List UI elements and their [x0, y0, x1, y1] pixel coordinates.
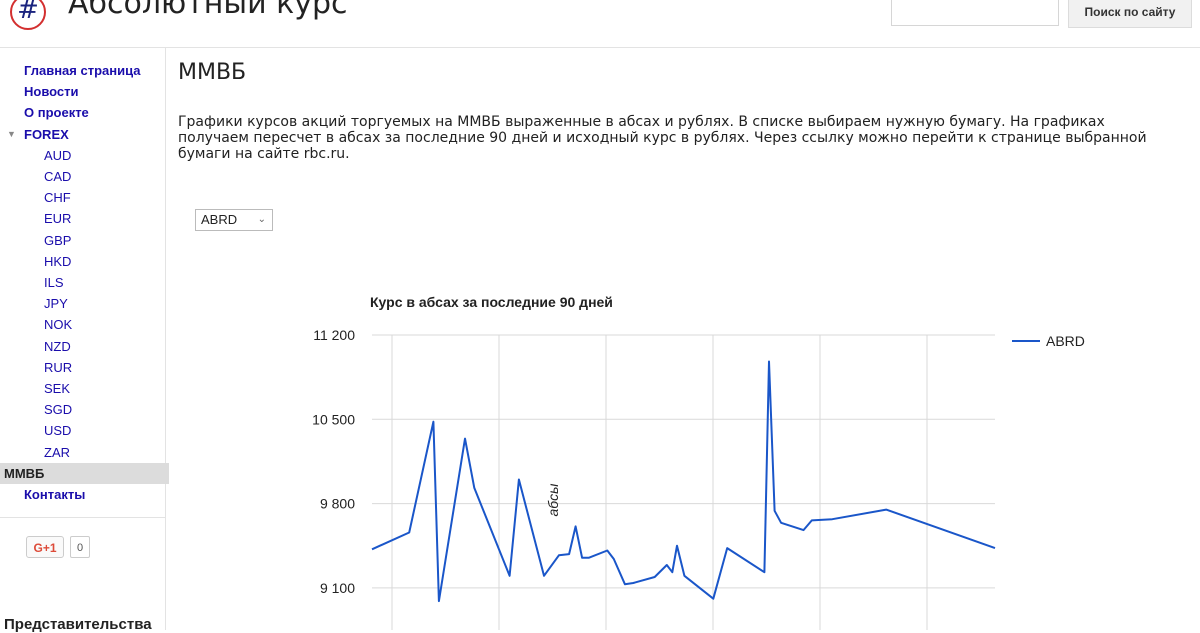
y-tick-label: 11 200	[313, 327, 355, 343]
logo-glyph: #	[17, 0, 39, 25]
search-input[interactable]	[891, 0, 1059, 26]
sidebar-item-label: NZD	[44, 338, 71, 354]
sidebar-item-label: FOREX	[24, 126, 69, 142]
representations-heading: Представительства	[4, 616, 152, 633]
sidebar-item-label: GBP	[44, 232, 72, 248]
site-title[interactable]: Абсолютный курс	[68, 0, 348, 21]
site-header: # Абсолютный курс Поиск по сайту	[0, 0, 1200, 48]
abs-rate-chart: Курс в абсах за последние 90 дней 9 1009…	[312, 294, 1085, 630]
sidebar-item[interactable]: GBP	[0, 230, 165, 251]
sidebar-item-label: AUD	[44, 147, 72, 163]
chevron-down-icon: ⌄	[257, 214, 266, 225]
chart-series	[371, 360, 996, 603]
sidebar-item[interactable]: JPY	[0, 293, 165, 314]
sidebar-item[interactable]: ▼ FOREX	[0, 124, 165, 145]
legend-label: ABRD	[1046, 333, 1085, 349]
sidebar-item-label: ZAR	[44, 444, 70, 460]
security-select[interactable]: ABRD ⌄	[195, 209, 273, 231]
sidebar-item[interactable]: EUR	[0, 208, 165, 229]
sidebar-item-label: HKD	[44, 253, 72, 269]
series-line-abrd	[371, 360, 996, 603]
sidebar-item-label: CAD	[44, 169, 72, 184]
sidebar-item-label: USD	[44, 423, 72, 439]
page-description: Графики курсов акций торгуемых на ММВБ в…	[178, 114, 1147, 162]
chart-legend: ABRD	[1012, 333, 1085, 349]
sidebar-item[interactable]: Контакты	[0, 484, 165, 505]
sidebar-item[interactable]: CAD	[0, 166, 165, 187]
sidebar-item-label: Главная страница	[24, 63, 141, 78]
sidebar-item[interactable]: ММВБ	[0, 462, 169, 484]
gplus-count: 0	[70, 536, 90, 558]
security-select-value: ABRD	[201, 212, 238, 227]
gplus-button[interactable]: G+1	[26, 536, 64, 558]
sidebar-item-label: JPY	[44, 296, 68, 312]
y-tick-label: 9 100	[320, 580, 355, 596]
sidebar-item-label: Контакты	[24, 487, 86, 502]
sidebar-item-label: ММВБ	[4, 465, 45, 481]
gplus-widget: G+1 0	[26, 536, 90, 558]
sidebar-item[interactable]: Новости	[0, 81, 165, 102]
page-title: ММВБ	[178, 60, 247, 85]
sidebar-item-label: EUR	[44, 211, 72, 227]
sidebar-item[interactable]: Главная страница	[0, 60, 165, 81]
sidebar-divider	[0, 517, 165, 518]
sidebar-item[interactable]: О проекте	[0, 102, 165, 123]
sidebar-item[interactable]: HKD	[0, 251, 165, 272]
sidebar-item-label: О проекте	[24, 105, 89, 121]
sidebar-item[interactable]: NZD	[0, 336, 165, 357]
y-tick-label: 10 500	[312, 411, 355, 427]
expand-caret-icon[interactable]: ▼	[7, 124, 16, 145]
sidebar-item[interactable]: AUD	[0, 145, 165, 166]
y-axis-ticks: 9 100 9 800 10 500 11 200	[312, 327, 355, 596]
sidebar-item-label: SEK	[44, 381, 71, 396]
sidebar-item-label: Новости	[24, 84, 79, 100]
sidebar-item[interactable]: SEK	[0, 378, 165, 399]
sidebar-item[interactable]: RUR	[0, 357, 165, 378]
sidebar-item[interactable]: USD	[0, 420, 165, 441]
sidebar-item[interactable]: ILS	[0, 272, 165, 293]
sidebar-item-label: CHF	[44, 190, 71, 206]
sidebar-item-label: SGD	[44, 402, 73, 418]
sidebar-item-label: RUR	[44, 359, 73, 375]
sidebar-item[interactable]: NOK	[0, 314, 165, 335]
sidebar-item[interactable]: SGD	[0, 399, 165, 420]
sidebar-item[interactable]: ZAR	[0, 442, 165, 463]
sidebar-item-label: NOK	[44, 317, 73, 333]
chart-title: Курс в абсах за последние 90 дней	[370, 294, 613, 310]
chart-grid	[372, 334, 995, 630]
search-button[interactable]: Поиск по сайту	[1068, 0, 1192, 28]
sidebar: Главная страница Новости О проекте ▼ FOREX AU…	[0, 48, 169, 633]
y-axis-label: абсы	[545, 483, 561, 517]
sidebar-item-label: ILS	[44, 275, 64, 290]
y-tick-label: 9 800	[320, 496, 355, 512]
logo-icon[interactable]: #	[10, 0, 46, 30]
sidebar-item[interactable]: CHF	[0, 187, 165, 208]
